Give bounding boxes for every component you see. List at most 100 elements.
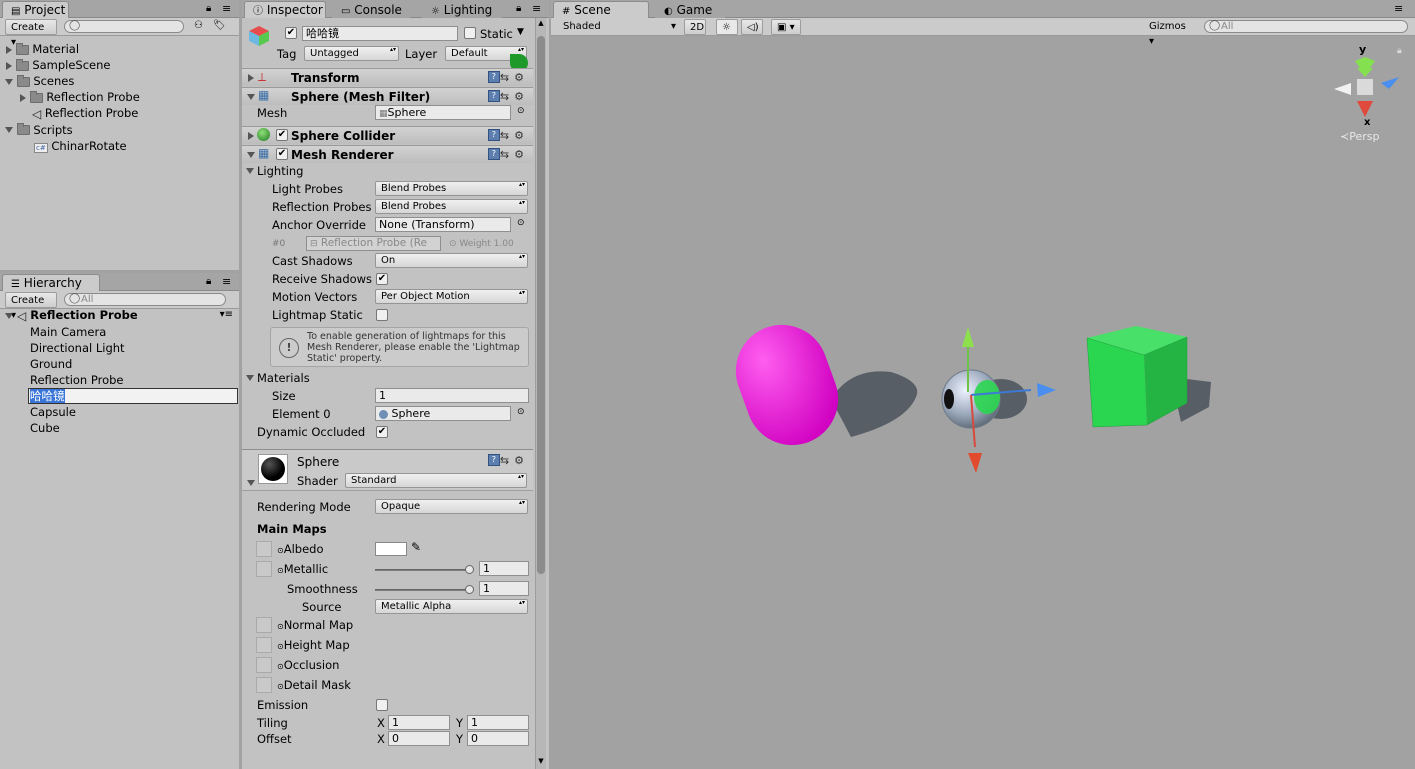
panel-menu-icon[interactable]: ≡ bbox=[222, 275, 231, 288]
project-create-button[interactable]: Create ▾ bbox=[5, 19, 57, 48]
collapse-arrow-icon[interactable] bbox=[5, 78, 13, 85]
tiling-x-field[interactable]: 1 bbox=[388, 715, 450, 730]
material-header[interactable]: Sphere Shader Standard ?⇆⚙ bbox=[242, 449, 533, 491]
normal-map-texture-slot[interactable] bbox=[256, 617, 272, 633]
dynamic-occluded-checkbox[interactable]: ✔ bbox=[376, 426, 388, 438]
list-item[interactable]: c# ChinarRotate bbox=[0, 138, 239, 156]
filter-by-label-icon[interactable]: 🏷︎ bbox=[213, 20, 226, 31]
emission-checkbox[interactable] bbox=[376, 699, 388, 711]
expand-arrow-icon[interactable] bbox=[20, 93, 26, 102]
shader-dropdown[interactable]: Standard bbox=[345, 473, 527, 488]
metallic-slider-knob[interactable] bbox=[465, 565, 474, 574]
hierarchy-item[interactable]: Capsule bbox=[0, 404, 239, 420]
scene-header[interactable]: ◁ Reflection Probe ▾≡ bbox=[0, 307, 239, 324]
metallic-value-field[interactable]: 1 bbox=[479, 561, 529, 576]
panel-menu-icon[interactable]: ≡ bbox=[532, 2, 541, 15]
collapse-arrow-icon[interactable] bbox=[247, 152, 255, 158]
tag-dropdown[interactable]: Untagged bbox=[304, 46, 399, 61]
tab-game[interactable]: ◐ Game bbox=[655, 1, 725, 18]
transform-header[interactable]: ⟂ Transform ? ⇆⚙ bbox=[242, 68, 533, 86]
lighting-foldout-arrow-icon[interactable] bbox=[246, 168, 254, 174]
component-header-icons[interactable]: ? ⇆⚙ bbox=[487, 454, 529, 467]
scroll-up-arrow-icon[interactable]: ▲ bbox=[536, 18, 546, 28]
object-active-checkbox[interactable]: ✔ bbox=[285, 27, 297, 39]
inspector-scrollbar[interactable]: ▲ ▼ bbox=[535, 18, 546, 769]
component-header-icons[interactable]: ? ⇆⚙ bbox=[487, 71, 529, 84]
list-item[interactable]: Scripts bbox=[0, 122, 239, 138]
hierarchy-item[interactable]: Main Camera bbox=[0, 324, 239, 340]
smoothness-slider-track[interactable] bbox=[375, 589, 472, 591]
motion-vectors-dropdown[interactable]: Per Object Motion bbox=[375, 289, 528, 304]
list-item[interactable]: Reflection Probe bbox=[0, 89, 239, 105]
rendering-mode-dropdown[interactable]: Opaque bbox=[375, 499, 528, 514]
expand-arrow-icon[interactable] bbox=[248, 74, 254, 82]
offset-x-field[interactable]: 0 bbox=[388, 731, 450, 746]
component-header-icons[interactable]: ? ⇆⚙ bbox=[487, 90, 529, 103]
detail-mask-texture-slot[interactable] bbox=[256, 677, 272, 693]
collapse-arrow-icon[interactable] bbox=[5, 312, 13, 319]
list-item[interactable]: Material bbox=[0, 41, 239, 57]
persp-label[interactable]: ≺Persp bbox=[1340, 130, 1379, 144]
tiling-y-field[interactable]: 1 bbox=[467, 715, 529, 730]
component-header-icons[interactable]: ? ⇆⚙ bbox=[487, 148, 529, 161]
tab-inspector[interactable]: ⓘ Inspector bbox=[244, 1, 326, 18]
object-name-field[interactable]: 哈哈镜 bbox=[302, 26, 458, 41]
materials-size-field[interactable]: 1 bbox=[375, 388, 529, 403]
mesh-renderer-enabled-checkbox[interactable]: ✔ bbox=[276, 148, 288, 160]
lightmap-static-checkbox[interactable] bbox=[376, 309, 388, 321]
height-map-texture-slot[interactable] bbox=[256, 637, 272, 653]
filter-by-type-icon[interactable]: ⚇ bbox=[194, 20, 203, 31]
object-picker-icon[interactable]: ⊙ bbox=[517, 106, 525, 116]
smoothness-slider-knob[interactable] bbox=[465, 585, 474, 594]
offset-y-field[interactable]: 0 bbox=[467, 731, 529, 746]
hierarchy-search-input[interactable]: ◯ All bbox=[64, 293, 226, 306]
hierarchy-create-button[interactable]: Create ▾ bbox=[5, 292, 57, 321]
mesh-field[interactable]: ▦Sphere bbox=[375, 105, 511, 120]
tab-lighting[interactable]: ☼ Lighting bbox=[422, 1, 502, 18]
anchor-override-field[interactable]: None (Transform) bbox=[375, 217, 511, 232]
smoothness-value-field[interactable]: 1 bbox=[479, 581, 529, 596]
scene-viewport[interactable] bbox=[551, 37, 1415, 769]
hierarchy-item[interactable]: Ground bbox=[0, 356, 239, 372]
gizmos-dropdown[interactable]: Gizmos ▾ bbox=[1144, 19, 1196, 47]
albedo-texture-slot[interactable] bbox=[256, 541, 272, 557]
scroll-down-arrow-icon[interactable]: ▼ bbox=[536, 757, 546, 765]
tab-project[interactable]: ▤ Project bbox=[2, 1, 69, 18]
collapse-arrow-icon[interactable] bbox=[247, 94, 255, 100]
collapse-arrow-icon[interactable] bbox=[247, 480, 255, 486]
hierarchy-item[interactable]: Reflection Probe bbox=[0, 372, 239, 388]
object-picker-icon[interactable]: ⊙ bbox=[517, 218, 525, 228]
element0-field[interactable]: Sphere bbox=[375, 406, 511, 421]
draw-mode-dropdown[interactable]: Shaded ▾ bbox=[558, 19, 678, 35]
source-dropdown[interactable]: Metallic Alpha bbox=[375, 599, 528, 614]
scene-search-input[interactable]: ◯ All bbox=[1204, 20, 1408, 33]
project-search-input[interactable]: ◯ bbox=[64, 20, 184, 33]
tab-console[interactable]: ▭ Console bbox=[332, 1, 410, 18]
scene-menu-icon[interactable]: ▾≡ bbox=[220, 307, 233, 323]
expand-arrow-icon[interactable] bbox=[6, 61, 12, 70]
lock-icon[interactable]: 🔒︎ bbox=[206, 276, 211, 287]
scrollbar-thumb[interactable] bbox=[537, 36, 545, 574]
materials-foldout-arrow-icon[interactable] bbox=[246, 375, 254, 381]
list-item[interactable]: Scenes bbox=[0, 73, 239, 89]
tab-scene[interactable]: # Scene bbox=[553, 1, 649, 18]
mesh-renderer-header[interactable]: ▦ ✔ Mesh Renderer ? ⇆⚙ bbox=[242, 145, 533, 163]
light-probes-dropdown[interactable]: Blend Probes bbox=[375, 181, 528, 196]
metallic-slider-track[interactable] bbox=[375, 569, 472, 571]
static-dropdown-arrow-icon[interactable]: ▼ bbox=[517, 27, 524, 37]
object-picker-icon[interactable]: ⊙ bbox=[517, 407, 525, 417]
sphere-collider-enabled-checkbox[interactable]: ✔ bbox=[276, 129, 288, 141]
scene-audio-toggle[interactable]: ◁) bbox=[741, 19, 763, 35]
hierarchy-item[interactable]: Cube bbox=[0, 420, 239, 436]
sphere-collider-header[interactable]: ✔ Sphere Collider ? ⇆⚙ bbox=[242, 126, 533, 144]
receive-shadows-checkbox[interactable]: ✔ bbox=[376, 273, 388, 285]
lock-icon[interactable]: 🔒︎ bbox=[206, 3, 211, 14]
list-item[interactable]: ◁ Reflection Probe bbox=[0, 105, 239, 122]
hierarchy-item-selected[interactable]: 哈哈镜 bbox=[28, 387, 238, 404]
occlusion-texture-slot[interactable] bbox=[256, 657, 272, 673]
list-item[interactable]: SampleScene bbox=[0, 57, 239, 73]
scene-lighting-toggle[interactable]: ☼ bbox=[716, 19, 738, 35]
lock-icon[interactable]: 🔒︎ bbox=[516, 3, 521, 14]
albedo-color-swatch[interactable] bbox=[375, 542, 407, 556]
expand-arrow-icon[interactable] bbox=[248, 132, 254, 140]
